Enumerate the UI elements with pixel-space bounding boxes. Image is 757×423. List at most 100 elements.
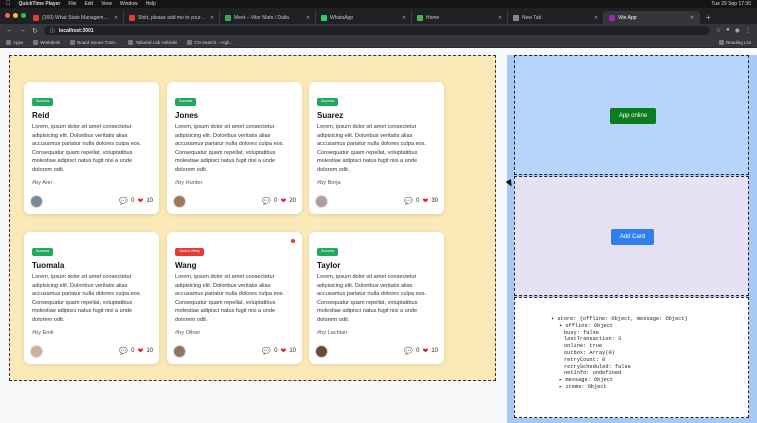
post-card: Success Reid Lorem, ipsum dolor sit amet… — [24, 82, 159, 214]
minimize-window-button[interactable] — [13, 13, 18, 18]
status-badge[interactable]: Click to Retry — [175, 247, 204, 256]
like-count: 10 — [431, 348, 438, 354]
store-tree-line: netInfo: undefined — [564, 370, 622, 377]
menubar-item-window[interactable]: Window — [120, 1, 138, 7]
browser-tab[interactable]: Vite App ✕ — [604, 11, 700, 24]
heart-icon[interactable]: ❤ — [422, 347, 428, 355]
browser-tab[interactable]: Shirt, please add me to your l... ✕ — [124, 11, 220, 24]
macos-menubar:  QuickTime Player File Edit View Window… — [0, 0, 757, 8]
forward-arrow-icon[interactable]: → — [19, 27, 26, 34]
menubar-app-name[interactable]: QuickTime Player — [19, 1, 61, 7]
card-footer: 💬 0 ❤ 10 — [315, 344, 438, 358]
menubar-item-help[interactable]: Help — [146, 1, 156, 7]
browser-tab[interactable]: (160) What State Management... ✕ — [28, 11, 124, 24]
menubar-item-edit[interactable]: Edit — [84, 1, 93, 7]
store-tree-line[interactable]: ▾ store: {offline: Object, message: Obje… — [551, 316, 688, 323]
comment-icon[interactable]: 💬 — [119, 347, 128, 355]
comment-icon[interactable]: 💬 — [262, 347, 271, 355]
menubar-item-view[interactable]: View — [101, 1, 112, 7]
tab-title: Shirt, please add me to your l... — [138, 14, 207, 21]
menubar-clock[interactable]: Tue 29 Sep 17:30 — [711, 1, 751, 7]
tab-title: New Tab — [522, 14, 542, 21]
store-tree-line: outbox: Array(0) — [564, 349, 615, 356]
heart-icon[interactable]: ❤ — [280, 197, 286, 205]
browser-toolbar: ← → ↻ ⓘ localhost:3001 ☆ ● ◉ ⋮ — [0, 24, 757, 37]
post-card: Success Suarez Lorem, ipsum dolor sit am… — [309, 82, 444, 214]
page-viewport: Success Reid Lorem, ipsum dolor sit amet… — [0, 48, 757, 423]
status-badge: Success — [317, 97, 339, 106]
card-author: #by Hunter — [175, 179, 203, 186]
heart-icon[interactable]: ❤ — [422, 197, 428, 205]
card-author: #by Emil — [32, 329, 54, 336]
network-status-section: App online — [514, 55, 749, 175]
card-footer: 💬 0 ❤ 10 — [30, 344, 153, 358]
store-tree-line[interactable]: ▸ items: Object — [551, 384, 688, 391]
menubar-item-file[interactable]: File — [68, 1, 76, 7]
comment-icon[interactable]: 💬 — [262, 197, 271, 205]
bookmark-tailwind[interactable]: Tailwind Lab Helsinki — [128, 39, 177, 45]
add-card-button[interactable]: Add Card — [611, 229, 654, 245]
menu-dots-icon[interactable]: ⋮ — [745, 27, 751, 34]
bookmark-cn-search[interactable]: CN Search – Hgh... — [187, 39, 234, 45]
browser-tab[interactable]: Meet – Vitor Mato / Dalia ✕ — [220, 11, 316, 24]
card-stats: 💬 0 ❤ 30 — [404, 197, 438, 205]
back-arrow-icon[interactable]: ← — [6, 27, 13, 34]
bookmark-apps[interactable]: Apps — [6, 39, 23, 45]
like-count: 10 — [146, 198, 153, 204]
card-body: Lorem, ipsum dolor sit amet consectetur … — [317, 124, 427, 173]
like-count: 10 — [146, 348, 153, 354]
store-tree-line[interactable]: ▸ message: Object — [551, 377, 688, 384]
zoom-window-button[interactable] — [21, 13, 26, 18]
tab-close-icon[interactable]: ✕ — [306, 15, 310, 21]
store-tree-line: lastTransaction: 3 — [564, 336, 622, 343]
profile-icon[interactable]: ◉ — [735, 27, 740, 34]
tab-favicon-icon — [513, 14, 519, 21]
card-title: Wang — [175, 261, 197, 270]
heart-icon[interactable]: ❤ — [280, 347, 286, 355]
tab-close-icon[interactable]: ✕ — [210, 15, 214, 21]
heart-icon[interactable]: ❤ — [137, 347, 143, 355]
store-tree-line: online: true — [564, 343, 603, 350]
reading-list[interactable]: Reading List — [718, 39, 751, 45]
bookmark-board-issues[interactable]: Board Issues Tutor... — [70, 39, 118, 45]
comment-icon[interactable]: 💬 — [404, 347, 413, 355]
reload-icon[interactable]: ↻ — [32, 27, 38, 35]
card-stats: 💬 0 ❤ 10 — [262, 347, 296, 355]
bookmark-folder-icon — [70, 39, 76, 45]
window-controls — [5, 13, 26, 18]
comment-icon[interactable]: 💬 — [404, 197, 413, 205]
avatar — [315, 194, 328, 208]
like-count: 10 — [289, 348, 296, 354]
comment-icon[interactable]: 💬 — [119, 197, 128, 205]
info-icon[interactable]: ⓘ — [50, 27, 55, 34]
app-online-button[interactable]: App online — [610, 108, 656, 124]
comment-count: 0 — [274, 348, 278, 354]
tab-close-icon[interactable]: ✕ — [498, 15, 502, 21]
address-bar[interactable]: ⓘ localhost:3001 — [43, 26, 710, 35]
apps-grid-icon — [6, 39, 11, 45]
bookmark-workdesk[interactable]: Workdesk — [33, 39, 60, 45]
tab-close-icon[interactable]: ✕ — [402, 15, 406, 21]
heart-icon[interactable]: ❤ — [137, 197, 143, 205]
card-title: Taylor — [317, 261, 341, 270]
apple-icon[interactable]:  — [6, 1, 11, 7]
tab-close-icon[interactable]: ✕ — [594, 15, 598, 21]
browser-tab[interactable]: WhatsApp ✕ — [316, 11, 412, 24]
close-window-button[interactable] — [5, 13, 10, 18]
reading-list-label: Reading List — [725, 39, 751, 45]
new-tab-plus-icon[interactable]: + — [700, 11, 717, 24]
card-footer: 💬 0 ❤ 20 — [173, 194, 296, 208]
extension-icon[interactable]: ● — [726, 27, 730, 34]
tab-close-icon[interactable]: ✕ — [690, 15, 694, 21]
browser-tab[interactable]: New Tab ✕ — [508, 11, 604, 24]
store-tree-line[interactable]: ▾ offline: Object — [551, 323, 688, 330]
star-icon[interactable]: ☆ — [716, 27, 721, 34]
browser-tab[interactable]: Home ✕ — [412, 11, 508, 24]
card-author: #by Lachlan — [317, 329, 348, 336]
comment-count: 0 — [416, 198, 420, 204]
tab-close-icon[interactable]: ✕ — [114, 15, 118, 21]
tabs-container: (160) What State Management... ✕ Shirt, … — [28, 11, 700, 24]
bookmark-label: CN Search – Hgh... — [194, 39, 234, 45]
card-body: Lorem, ipsum dolor sit amet consectetur … — [175, 124, 285, 173]
store-inspector-section: ▾ store: {offline: Object, message: Obje… — [514, 297, 749, 418]
